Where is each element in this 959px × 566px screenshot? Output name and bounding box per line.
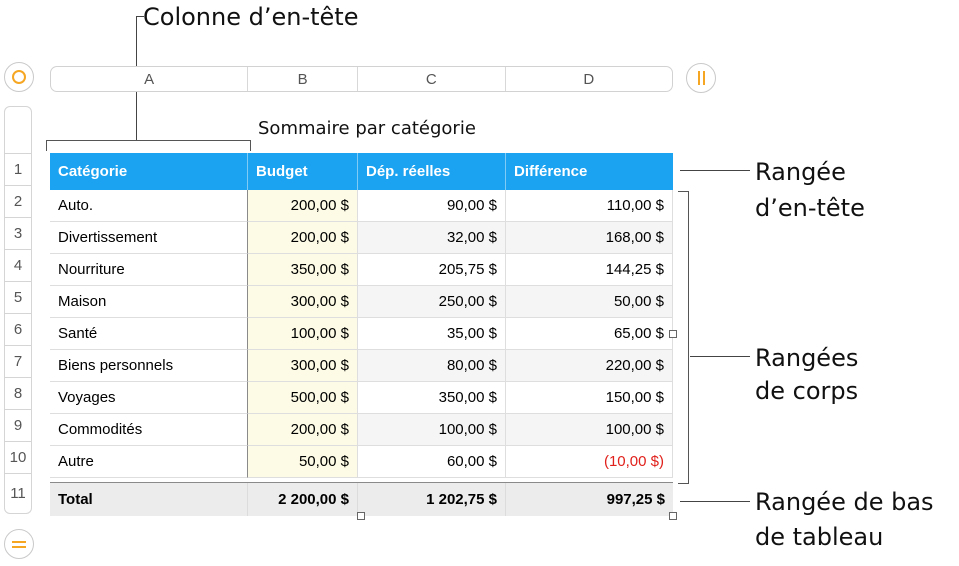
- row-number[interactable]: 11: [4, 474, 32, 514]
- category-cell[interactable]: Autre: [50, 446, 248, 478]
- callout-footer-row-line1: Rangée de bas: [755, 488, 934, 516]
- table-row[interactable]: Santé 100,00 $ 35,00 $ 65,00 $: [50, 318, 673, 350]
- difference-cell[interactable]: 65,00 $: [506, 318, 673, 350]
- row-handle-icon: [12, 540, 26, 548]
- table-row[interactable]: Maison 300,00 $ 250,00 $ 50,00 $: [50, 286, 673, 318]
- category-cell[interactable]: Divertissement: [50, 222, 248, 254]
- category-cell[interactable]: Biens personnels: [50, 350, 248, 382]
- table-row[interactable]: Nourriture 350,00 $ 205,75 $ 144,25 $: [50, 254, 673, 286]
- column-letter-b[interactable]: B: [248, 67, 358, 91]
- actual-cell[interactable]: 60,00 $: [358, 446, 506, 478]
- footer-budget-cell[interactable]: 2 200,00 $: [248, 483, 358, 516]
- category-cell[interactable]: Auto.: [50, 190, 248, 222]
- budget-cell[interactable]: 200,00 $: [248, 222, 358, 254]
- row-number[interactable]: 8: [4, 378, 32, 410]
- column-letter-bar[interactable]: A B C D: [50, 66, 673, 92]
- column-letter-d[interactable]: D: [506, 67, 672, 91]
- category-cell[interactable]: Maison: [50, 286, 248, 318]
- difference-cell[interactable]: 144,25 $: [506, 254, 673, 286]
- callout-header-row-line2: d’en-tête: [755, 194, 865, 222]
- budget-cell[interactable]: 100,00 $: [248, 318, 358, 350]
- table-row[interactable]: Voyages 500,00 $ 350,00 $ 150,00 $: [50, 382, 673, 414]
- footer-row[interactable]: Total 2 200,00 $ 1 202,75 $ 997,25 $: [50, 482, 673, 516]
- header-cell[interactable]: Budget: [248, 153, 358, 190]
- category-cell[interactable]: Voyages: [50, 382, 248, 414]
- footer-difference-cell[interactable]: 997,25 $: [506, 483, 673, 516]
- callout-footer-row-line2: de tableau: [755, 523, 884, 551]
- select-table-button[interactable]: [4, 62, 34, 92]
- difference-cell[interactable]: 168,00 $: [506, 222, 673, 254]
- column-letter-c[interactable]: C: [358, 67, 506, 91]
- resize-handle-right[interactable]: [669, 330, 677, 338]
- row-number[interactable]: 6: [4, 314, 32, 346]
- table-title[interactable]: Sommaire par catégorie: [258, 118, 476, 139]
- actual-cell[interactable]: 35,00 $: [358, 318, 506, 350]
- actual-cell[interactable]: 205,75 $: [358, 254, 506, 286]
- select-table-icon: [12, 70, 26, 84]
- add-row-button[interactable]: [4, 529, 34, 559]
- table-row[interactable]: Autre 50,00 $ 60,00 $ (10,00 $): [50, 446, 673, 478]
- column-letter-a[interactable]: A: [51, 67, 249, 91]
- budget-cell[interactable]: 300,00 $: [248, 286, 358, 318]
- budget-cell[interactable]: 200,00 $: [248, 414, 358, 446]
- difference-cell[interactable]: 50,00 $: [506, 286, 673, 318]
- callout-line-header-row: [680, 170, 750, 171]
- header-cell[interactable]: Catégorie: [50, 153, 248, 190]
- row-number[interactable]: 2: [4, 186, 32, 218]
- callout-line-footer-row: [680, 501, 750, 502]
- footer-label-cell[interactable]: Total: [50, 483, 248, 516]
- resize-handle-bottom[interactable]: [357, 512, 365, 520]
- row-number[interactable]: 1: [4, 154, 32, 186]
- budget-cell[interactable]: 50,00 $: [248, 446, 358, 478]
- difference-cell[interactable]: 220,00 $: [506, 350, 673, 382]
- category-cell[interactable]: Nourriture: [50, 254, 248, 286]
- row-number[interactable]: 7: [4, 346, 32, 378]
- difference-cell[interactable]: 110,00 $: [506, 190, 673, 222]
- resize-handle-corner[interactable]: [669, 512, 677, 520]
- callout-body-rows-line2: de corps: [755, 377, 859, 405]
- header-row[interactable]: Catégorie Budget Dép. réelles Différence: [50, 153, 673, 190]
- callout-header-column: Colonne d’en-tête: [143, 3, 359, 31]
- actual-cell[interactable]: 250,00 $: [358, 286, 506, 318]
- budget-cell[interactable]: 200,00 $: [248, 190, 358, 222]
- table-row[interactable]: Commodités 200,00 $ 100,00 $ 100,00 $: [50, 414, 673, 446]
- budget-cell[interactable]: 350,00 $: [248, 254, 358, 286]
- actual-cell[interactable]: 80,00 $: [358, 350, 506, 382]
- category-cell[interactable]: Santé: [50, 318, 248, 350]
- table-row[interactable]: Auto. 200,00 $ 90,00 $ 110,00 $: [50, 190, 673, 222]
- header-column-bracket: [46, 140, 251, 151]
- actual-cell[interactable]: 350,00 $: [358, 382, 506, 414]
- callout-header-row-line1: Rangée: [755, 158, 846, 186]
- difference-cell-negative[interactable]: (10,00 $): [506, 446, 673, 478]
- table-row[interactable]: Divertissement 200,00 $ 32,00 $ 168,00 $: [50, 222, 673, 254]
- row-number[interactable]: 10: [4, 442, 32, 474]
- body-rows-bracket: [678, 191, 689, 484]
- row-number[interactable]: 5: [4, 282, 32, 314]
- header-cell[interactable]: Différence: [506, 153, 673, 190]
- row-number[interactable]: 3: [4, 218, 32, 250]
- row-number[interactable]: 9: [4, 410, 32, 442]
- actual-cell[interactable]: 100,00 $: [358, 414, 506, 446]
- budget-cell[interactable]: 500,00 $: [248, 382, 358, 414]
- difference-cell[interactable]: 100,00 $: [506, 414, 673, 446]
- difference-cell[interactable]: 150,00 $: [506, 382, 673, 414]
- footer-actual-cell[interactable]: 1 202,75 $: [358, 483, 506, 516]
- header-cell[interactable]: Dép. réelles: [358, 153, 506, 190]
- column-handle-icon: [697, 71, 705, 85]
- callout-line-body-rows: [690, 356, 750, 357]
- budget-cell[interactable]: 300,00 $: [248, 350, 358, 382]
- actual-cell[interactable]: 32,00 $: [358, 222, 506, 254]
- row-number[interactable]: 4: [4, 250, 32, 282]
- add-column-button[interactable]: [686, 63, 716, 93]
- table-row[interactable]: Biens personnels 300,00 $ 80,00 $ 220,00…: [50, 350, 673, 382]
- callout-body-rows-line1: Rangées: [755, 344, 859, 372]
- actual-cell[interactable]: 90,00 $: [358, 190, 506, 222]
- category-cell[interactable]: Commodités: [50, 414, 248, 446]
